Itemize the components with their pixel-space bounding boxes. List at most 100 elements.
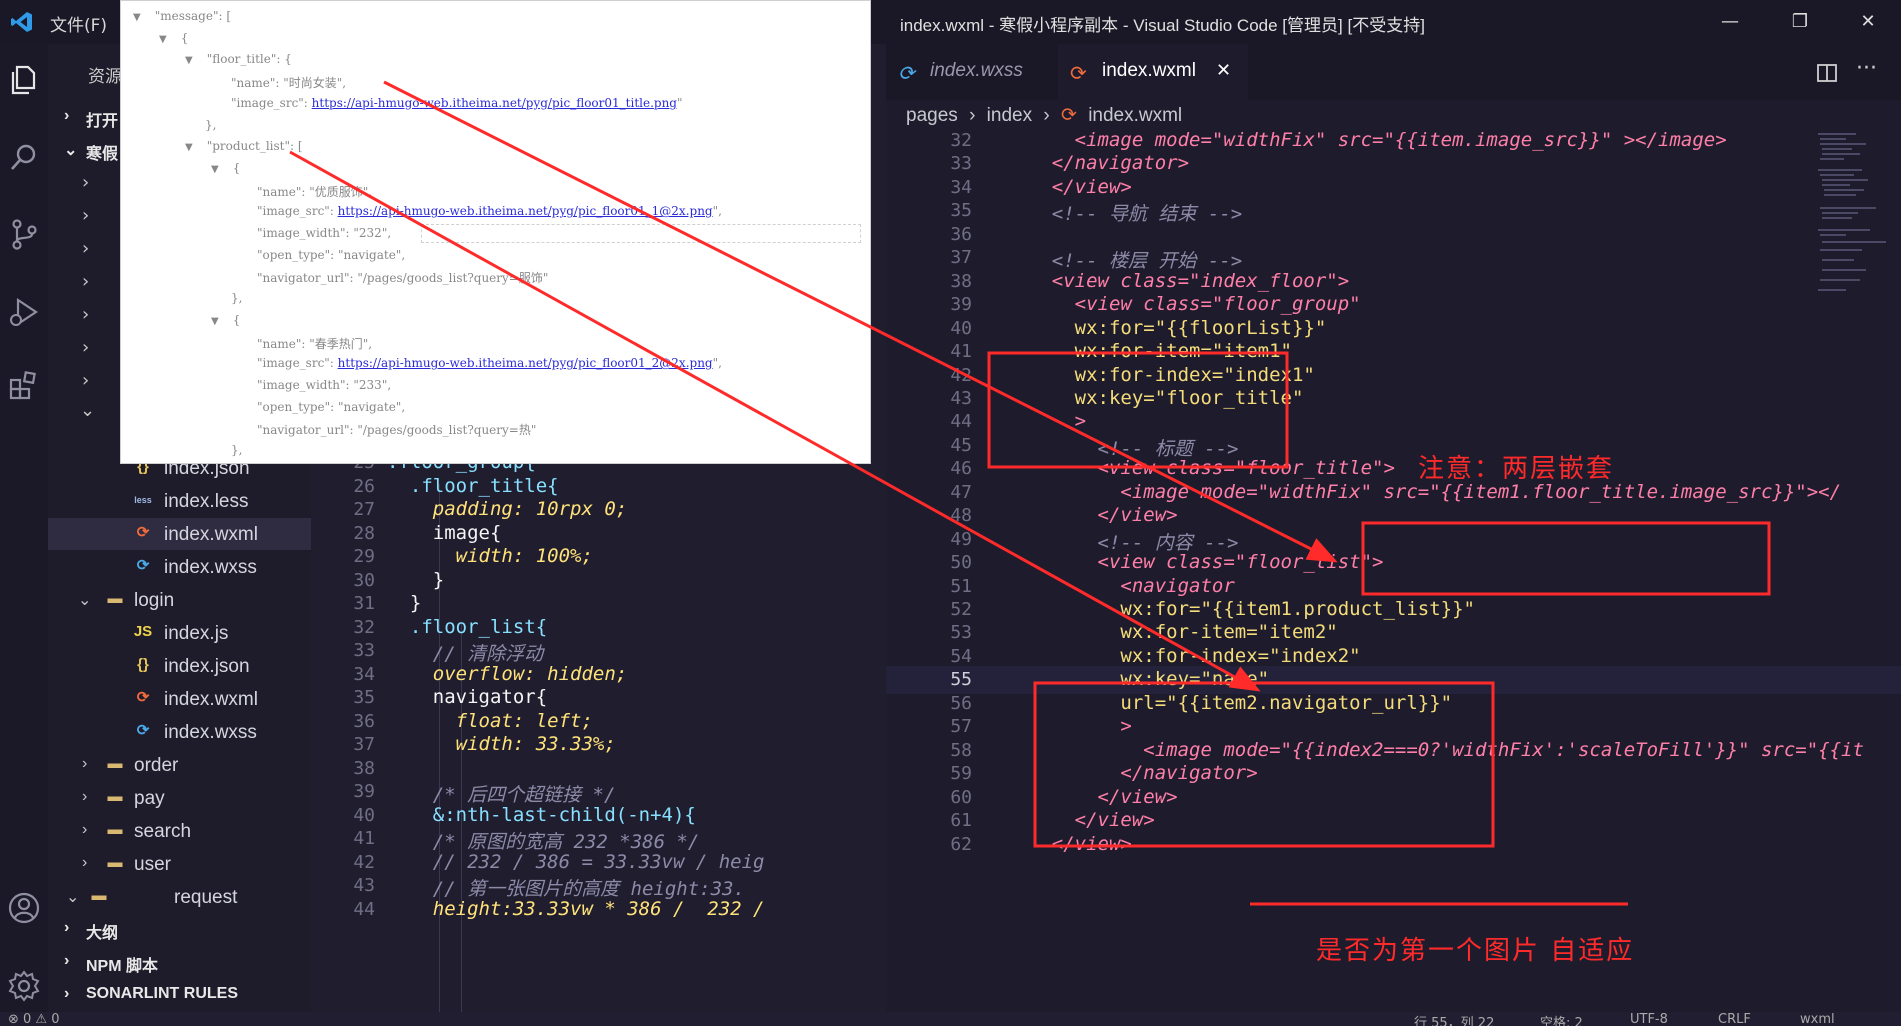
js-file-icon: JS <box>133 623 153 640</box>
settings-gear-icon[interactable] <box>6 968 42 1004</box>
source-control-icon[interactable] <box>6 216 42 252</box>
code-text: &:nth-last-child(-n+4){ <box>387 803 696 826</box>
split-editor-icon[interactable] <box>1816 62 1838 84</box>
json-text: "image_src": <box>257 204 338 219</box>
json-text: }, <box>205 117 217 132</box>
folder-row-pay[interactable]: › ▬ pay <box>48 782 311 814</box>
line-number: 50 <box>950 552 972 574</box>
outline-section[interactable]: › 大纲 <box>48 912 311 944</box>
run-debug-icon[interactable] <box>6 294 42 330</box>
line-number: 32 <box>950 130 972 151</box>
file-row-index-wxss[interactable]: ⟳ index.wxss <box>48 716 311 748</box>
chevron-right-icon[interactable]: › <box>82 238 89 259</box>
folder-row-order[interactable]: › ▬ order <box>48 749 311 781</box>
json-text: { <box>232 160 241 175</box>
chevron-right-icon[interactable]: › <box>82 337 89 358</box>
code-text: float: left; <box>387 709 593 732</box>
code-text: <view class="index_floor"> <box>1006 269 1350 292</box>
breadcrumb-item[interactable]: pages <box>906 105 958 126</box>
npm-scripts-section[interactable]: › NPM 脚本 <box>48 945 311 977</box>
chevron-right-icon[interactable]: › <box>82 271 89 292</box>
explorer-icon[interactable] <box>6 62 42 98</box>
line-number: 38 <box>353 757 375 779</box>
code-line[interactable]: 62 </view> <box>886 831 1901 859</box>
collapse-triangle-icon[interactable]: ▼ <box>159 34 167 45</box>
file-row-index-less[interactable]: less index.less <box>48 485 311 517</box>
chevron-down-icon: ⌄ <box>64 142 78 159</box>
close-window-button[interactable]: ✕ <box>1848 8 1888 36</box>
json-line: "name": "春季热门", <box>257 335 372 352</box>
chevron-right-icon: › <box>82 854 88 871</box>
code-text: } <box>387 568 445 591</box>
breadcrumb-item[interactable]: index <box>987 105 1032 126</box>
chevron-right-icon[interactable]: › <box>82 205 89 226</box>
language-mode[interactable]: wxml <box>1800 1012 1835 1026</box>
sonarlint-rules-section[interactable]: › SONARLINT RULES <box>48 978 311 1010</box>
close-tab-icon[interactable]: ✕ <box>1216 60 1231 81</box>
collapse-triangle-icon[interactable]: ▼ <box>211 164 219 175</box>
file-row-index-json[interactable]: {} index.json <box>48 650 311 682</box>
code-text: wx:key="floor_title" <box>1006 386 1304 409</box>
code-line[interactable]: 44 height:33.33vw * 386 / 232 / <box>311 896 886 924</box>
code-text: <view class="floor_list"> <box>1006 551 1384 574</box>
problems-status[interactable]: ⊗ 0 ⚠ 0 <box>8 1012 60 1026</box>
folder-row-login[interactable]: ⌄ ▬ login <box>48 584 311 616</box>
indentation-status[interactable]: 空格: 2 <box>1540 1012 1583 1026</box>
file-row-index-wxss[interactable]: ⟳ index.wxss <box>48 551 311 583</box>
file-row-index-js[interactable]: JS index.js <box>48 617 311 649</box>
file-row-index-wxml[interactable]: ⟳ index.wxml <box>48 518 311 550</box>
line-number: 43 <box>950 387 972 409</box>
folder-row-search[interactable]: › ▬ search <box>48 815 311 847</box>
json-line: ▼ "message": [ <box>133 9 231 23</box>
collapse-triangle-icon[interactable]: ▼ <box>133 12 141 23</box>
line-number: 33 <box>353 640 375 661</box>
more-actions-icon[interactable]: ··· <box>1856 56 1877 81</box>
minimize-button[interactable]: — <box>1710 8 1750 36</box>
breadcrumb-item[interactable]: index.wxml <box>1088 105 1182 126</box>
right-editor-pane[interactable]: ⟳ index.wxss ⟳ index.wxml ✕ ··· pages › … <box>886 44 1901 1012</box>
line-number: 27 <box>353 499 375 520</box>
line-number: 52 <box>950 599 972 620</box>
cursor-position[interactable]: 行 55，列 22 <box>1414 1012 1494 1026</box>
wxml-file-icon: ⟳ <box>136 524 150 541</box>
tab-index-wxml[interactable]: ⟳ index.wxml ✕ <box>1058 44 1248 100</box>
json-url-link[interactable]: https://api-hmugo-web.itheima.net/pyg/pi… <box>312 96 677 110</box>
json-text: "product_list": [ <box>206 139 303 154</box>
line-number: 60 <box>950 786 972 808</box>
file-row-index-wxml[interactable]: ⟳ index.wxml <box>48 683 311 715</box>
folder-row-user[interactable]: › ▬ user <box>48 848 311 880</box>
json-line: "name": "优质服饰", <box>257 183 372 200</box>
encoding-status[interactable]: UTF-8 <box>1630 1012 1668 1026</box>
line-number: 39 <box>950 294 972 316</box>
line-number: 43 <box>353 875 375 896</box>
collapse-triangle-icon[interactable]: ▼ <box>211 316 219 327</box>
chevron-right-icon[interactable]: › <box>82 172 89 193</box>
code-text: </navigator> <box>1006 152 1190 175</box>
line-number: 29 <box>353 546 375 567</box>
chevron-right-icon[interactable]: › <box>82 370 89 391</box>
json-line: "image_src": https://api-hmugo-web.ithei… <box>257 204 722 218</box>
folder-row-request[interactable]: ⌄ ▬ request <box>48 881 311 913</box>
line-number: 49 <box>950 528 972 550</box>
json-url-link[interactable]: https://api-hmugo-web.itheima.net/pyg/pi… <box>338 356 713 370</box>
search-icon[interactable] <box>6 140 42 176</box>
json-line: }, <box>231 291 242 305</box>
json-preview-popup[interactable]: ▼ "message": [▼{▼ "floor_title": {"name": … <box>120 0 871 464</box>
json-url-link[interactable]: https://api-hmugo-web.itheima.net/pyg/pi… <box>338 204 713 218</box>
collapse-triangle-icon[interactable]: ▼ <box>185 142 193 153</box>
maximize-button[interactable]: ❐ <box>1780 8 1820 36</box>
eol-status[interactable]: CRLF <box>1718 1012 1751 1026</box>
chevron-down-icon[interactable]: ⌄ <box>80 400 95 421</box>
chevron-right-icon[interactable]: › <box>82 304 89 325</box>
menu-file[interactable]: 文件(F) <box>50 11 107 36</box>
json-text: }, <box>231 291 243 306</box>
json-line: ▼ "floor_title": { <box>185 52 292 66</box>
json-line: "image_width": "233", <box>257 378 391 392</box>
line-number: 35 <box>950 200 972 222</box>
json-line: ▼{ <box>211 313 240 327</box>
code-text: width: 33.33%; <box>387 733 616 755</box>
collapse-triangle-icon[interactable]: ▼ <box>185 55 193 66</box>
extensions-icon[interactable] <box>6 368 42 404</box>
tab-index-wxss[interactable]: ⟳ index.wxss <box>886 44 1058 100</box>
account-icon[interactable] <box>6 890 42 926</box>
